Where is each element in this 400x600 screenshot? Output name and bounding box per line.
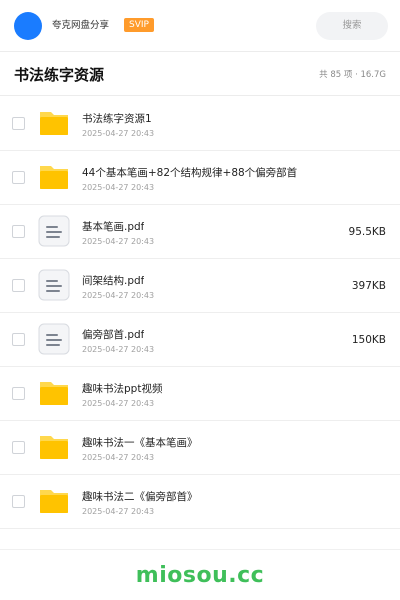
select-checkbox[interactable] xyxy=(12,495,25,508)
file-row[interactable]: 偏旁部首.pdf 2025-04-27 20:43 150KB xyxy=(0,313,400,367)
select-checkbox[interactable] xyxy=(12,279,25,292)
file-size: 95.5KB xyxy=(348,226,386,238)
document-icon xyxy=(38,215,70,247)
document-icon xyxy=(38,323,70,355)
file-size: 397KB xyxy=(351,280,386,292)
file-date: 2025-04-27 20:43 xyxy=(82,507,155,516)
folder-icon xyxy=(38,431,70,463)
document-icon xyxy=(38,269,70,301)
file-name: 趣味书法ppt视频 xyxy=(82,383,163,395)
watermark: miosou.cc xyxy=(135,563,265,588)
select-checkbox[interactable] xyxy=(12,117,25,130)
select-checkbox[interactable] xyxy=(12,441,25,454)
file-name: 间架结构.pdf xyxy=(82,275,145,287)
select-checkbox[interactable] xyxy=(12,225,25,238)
file-name: 趣味书法二《偏旁部首》 xyxy=(82,491,198,503)
file-list: 书法练字资源1 2025-04-27 20:43 44个基本笔画+82个结构规律+8… xyxy=(0,97,400,529)
svip-badge: SVIP xyxy=(124,18,154,32)
top-bar: 夸克网盘分享 SVIP 搜索 xyxy=(0,0,400,52)
search-button[interactable]: 搜索 xyxy=(316,12,388,40)
folder-meta: 共 85 项 · 16.7G xyxy=(319,70,386,80)
file-row[interactable]: 44个基本笔画+82个结构规律+88个偏旁部首 2025-04-27 20:43 xyxy=(0,151,400,205)
file-name: 44个基本笔画+82个结构规律+88个偏旁部首 xyxy=(82,167,298,179)
bottom-area: miosou.cc xyxy=(0,549,400,600)
file-size: 150KB xyxy=(351,334,386,346)
file-row[interactable]: 基本笔画.pdf 2025-04-27 20:43 95.5KB xyxy=(0,205,400,259)
folder-icon xyxy=(38,107,70,139)
folder-header: 书法练字资源 共 85 项 · 16.7G xyxy=(0,52,400,96)
brand-name: 夸克网盘分享 xyxy=(52,20,110,31)
file-row[interactable]: 书法练字资源1 2025-04-27 20:43 xyxy=(0,97,400,151)
file-date: 2025-04-27 20:43 xyxy=(82,453,155,462)
file-row[interactable]: 趣味书法二《偏旁部首》 2025-04-27 20:43 xyxy=(0,475,400,529)
file-date: 2025-04-27 20:43 xyxy=(82,345,155,354)
file-name: 书法练字资源1 xyxy=(82,113,152,125)
file-date: 2025-04-27 20:43 xyxy=(82,183,155,192)
file-date: 2025-04-27 20:43 xyxy=(82,399,155,408)
folder-icon xyxy=(38,377,70,409)
select-checkbox[interactable] xyxy=(12,387,25,400)
select-checkbox[interactable] xyxy=(12,333,25,346)
file-date: 2025-04-27 20:43 xyxy=(82,237,155,246)
file-name: 偏旁部首.pdf xyxy=(82,329,145,341)
file-row[interactable]: 趣味书法一《基本笔画》 2025-04-27 20:43 xyxy=(0,421,400,475)
file-row[interactable]: 趣味书法ppt视频 2025-04-27 20:43 xyxy=(0,367,400,421)
folder-icon xyxy=(38,485,70,517)
file-date: 2025-04-27 20:43 xyxy=(82,291,155,300)
file-date: 2025-04-27 20:43 xyxy=(82,129,155,138)
file-name: 趣味书法一《基本笔画》 xyxy=(82,437,198,449)
file-row[interactable]: 间架结构.pdf 2025-04-27 20:43 397KB xyxy=(0,259,400,313)
file-name: 基本笔画.pdf xyxy=(82,221,145,233)
page-title: 书法练字资源 xyxy=(14,66,105,84)
folder-icon xyxy=(38,161,70,193)
select-checkbox[interactable] xyxy=(12,171,25,184)
avatar[interactable] xyxy=(14,12,42,40)
